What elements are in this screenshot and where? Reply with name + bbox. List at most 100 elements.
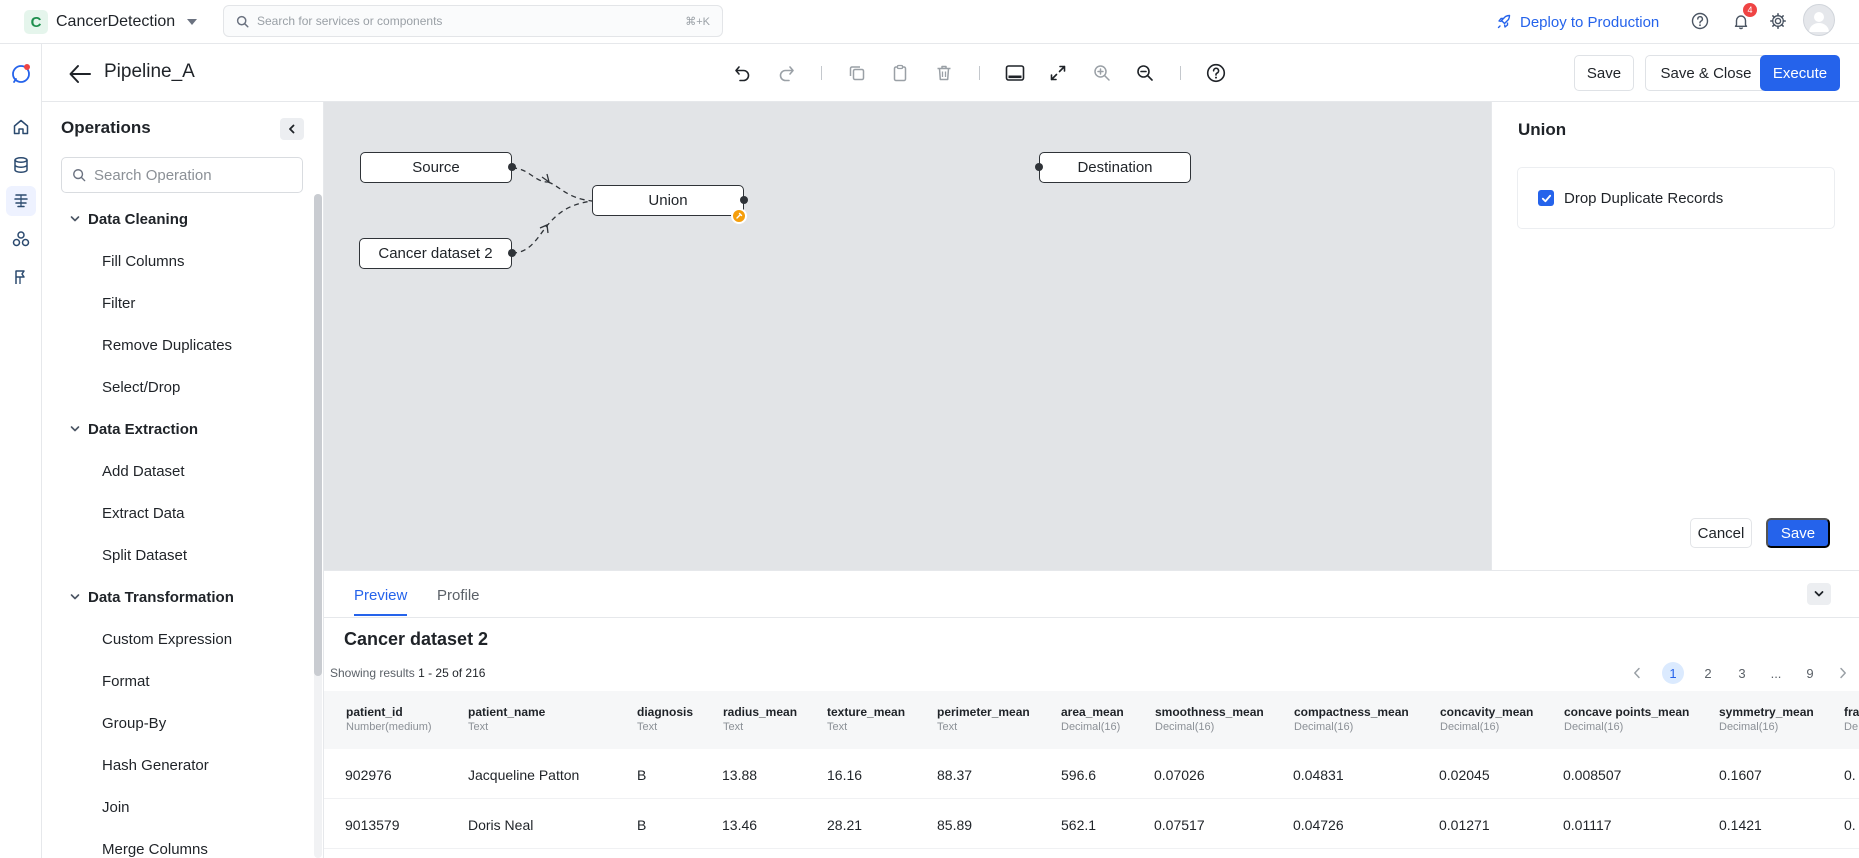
database-icon[interactable] [6,150,36,180]
col-header[interactable]: texture_mean [827,705,905,719]
paste-icon[interactable] [887,60,913,86]
op-hash-generator[interactable]: Hash Generator [42,744,312,786]
prev-page-icon[interactable] [1630,662,1644,684]
col-type: Text [827,721,848,733]
node-source[interactable]: Source [360,152,516,183]
col-header[interactable]: concave points_mean [1564,705,1689,719]
undo-icon[interactable] [730,60,756,86]
group-data-extraction[interactable]: Data Extraction [42,408,312,450]
pipeline-canvas[interactable]: Source Cancer dataset 2 Union Destinatio… [324,102,1491,570]
col-header[interactable]: patient_name [468,705,545,719]
op-extract-data[interactable]: Extract Data [42,492,312,534]
table-cell: 562.1 [1061,817,1097,833]
col-header[interactable]: concavity_mean [1440,705,1533,719]
drop-duplicates-checkbox[interactable] [1538,190,1554,206]
fit-to-screen-icon[interactable] [1045,60,1071,86]
op-group-by[interactable]: Group-By [42,702,312,744]
node-output-port[interactable] [508,163,516,171]
home-icon[interactable] [6,112,36,142]
op-custom-expression[interactable]: Custom Expression [42,618,312,660]
collapse-panel-button[interactable] [280,118,304,140]
collapse-preview-button[interactable] [1807,583,1831,605]
config-save-button[interactable]: Save [1766,518,1830,548]
toggle-panel-icon[interactable] [1002,60,1028,86]
col-header[interactable]: radius_mean [723,705,797,719]
scrollbar-thumb[interactable] [314,194,322,676]
chevron-down-icon [70,216,80,222]
operation-search-input[interactable] [94,166,293,184]
tab-profile[interactable]: Profile [437,587,480,614]
op-format[interactable]: Format [42,660,312,702]
zoom-out-icon[interactable] [1132,60,1158,86]
node-output-port[interactable] [740,196,748,204]
global-search[interactable]: ⌘+K [223,5,723,37]
page-9[interactable]: 9 [1799,662,1821,684]
save-button[interactable]: Save [1574,55,1634,91]
back-arrow-icon[interactable] [66,60,94,88]
group-data-transformation[interactable]: Data Transformation [42,576,312,618]
node-destination[interactable]: Destination [1035,152,1191,183]
node-union[interactable]: Union [592,185,748,224]
flag-icon[interactable] [6,262,36,292]
col-header[interactable]: symmetry_mean [1719,705,1814,719]
col-header[interactable]: perimeter_mean [937,705,1030,719]
table-row[interactable]: 902976 Jacqueline Patton B 13.88 16.16 8… [324,749,1859,799]
table-cell: 0.1607 [1719,767,1762,783]
warning-icon [731,208,747,224]
deploy-to-production-button[interactable]: Deploy to Production [1496,10,1659,34]
op-merge-columns[interactable]: Merge Columns [42,828,312,858]
group-data-cleaning[interactable]: Data Cleaning [42,198,312,240]
global-search-input[interactable] [257,14,678,28]
page-2[interactable]: 2 [1697,662,1719,684]
table-cell: Jacqueline Patton [468,767,580,783]
models-icon[interactable] [6,224,36,254]
settings-gear-icon[interactable] [1766,9,1790,33]
col-header[interactable]: compactness_mean [1294,705,1409,719]
page-3[interactable]: 3 [1731,662,1753,684]
col-header[interactable]: diagnosis [637,705,693,719]
config-cancel-button[interactable]: Cancel [1690,518,1752,548]
chevron-down-icon [1814,591,1824,597]
operations-scrollbar[interactable] [314,194,322,858]
delete-trash-icon[interactable] [931,60,957,86]
copy-icon[interactable] [844,60,870,86]
col-header[interactable]: area_mean [1061,705,1124,719]
col-header[interactable]: patient_id [346,705,403,719]
redo-icon[interactable] [773,60,799,86]
col-header[interactable]: smoothness_mean [1155,705,1264,719]
op-fill-columns[interactable]: Fill Columns [42,240,312,282]
save-and-close-button[interactable]: Save & Close [1645,55,1767,91]
op-split-dataset[interactable]: Split Dataset [42,534,312,576]
table-row[interactable]: 9013579 Doris Neal B 13.46 28.21 85.89 5… [324,799,1859,849]
execute-button[interactable]: Execute [1760,55,1840,91]
op-add-dataset[interactable]: Add Dataset [42,450,312,492]
operation-search[interactable] [61,157,303,193]
node-input-port[interactable] [1035,163,1043,171]
drop-duplicates-option: Drop Duplicate Records [1517,167,1835,229]
chevron-left-icon [289,124,295,134]
page-1[interactable]: 1 [1662,662,1684,684]
tab-preview[interactable]: Preview [354,587,408,616]
user-avatar[interactable] [1803,4,1835,36]
col-header[interactable]: fra [1844,705,1859,719]
node-cancer-dataset-2[interactable]: Cancer dataset 2 [359,238,516,269]
op-join[interactable]: Join [42,786,312,828]
op-filter[interactable]: Filter [42,282,312,324]
canvas-help-icon[interactable] [1203,60,1229,86]
brand-logo-icon[interactable] [6,58,36,88]
notification-bell-icon[interactable]: 4 [1729,3,1757,33]
op-remove-duplicates[interactable]: Remove Duplicates [42,324,312,366]
next-page-icon[interactable] [1836,662,1850,684]
op-select-drop[interactable]: Select/Drop [42,366,312,408]
help-icon[interactable] [1688,9,1712,33]
col-type: Decimal(16) [1294,721,1354,733]
preview-panel: Preview Profile Cancer dataset 2 Showing… [324,570,1859,858]
notification-badge: 4 [1743,3,1757,17]
table-cell: 0.04726 [1293,817,1344,833]
preview-tabs: Preview Profile [324,571,1859,618]
table-cell: B [637,767,647,783]
node-output-port[interactable] [508,249,516,257]
pipeline-icon[interactable] [6,186,36,216]
app-switcher[interactable]: C CancerDetection [24,9,198,35]
zoom-in-icon[interactable] [1089,60,1115,86]
